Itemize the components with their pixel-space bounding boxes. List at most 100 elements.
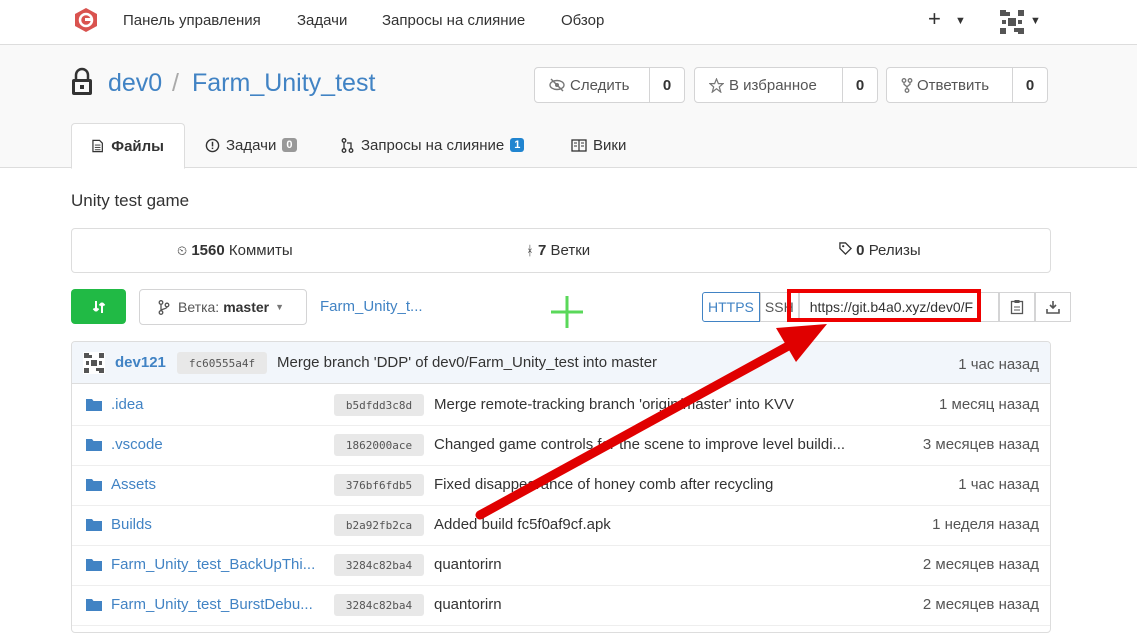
branch-icon: [158, 299, 170, 315]
file-commit-message[interactable]: Added build fc5f0af9cf.apk: [434, 516, 611, 533]
user-avatar[interactable]: [998, 8, 1026, 36]
fork-button[interactable]: Ответвить: [887, 68, 1013, 102]
nav-dashboard[interactable]: Панель управления: [123, 12, 261, 29]
commits-label: Коммиты: [228, 242, 293, 259]
watch-count[interactable]: 0: [650, 68, 684, 102]
branch-icon: ᚼ: [526, 243, 534, 258]
file-commit-message[interactable]: quantorirn: [434, 596, 502, 613]
fork-count[interactable]: 0: [1013, 68, 1047, 102]
branch-selector[interactable]: Ветка: master ▼: [139, 289, 307, 325]
tab-wiki-label: Вики: [593, 136, 627, 154]
releases-stat[interactable]: 0 Релизы: [839, 242, 921, 259]
file-commit-time: 3 месяцев назад: [922, 436, 1039, 453]
star-button-group: В избранное 0: [694, 67, 878, 103]
repo-header: dev0 / Farm_Unity_test Следить 0 В избра…: [0, 45, 1137, 169]
nav-explore[interactable]: Обзор: [561, 12, 604, 29]
commit-author-link[interactable]: dev121: [115, 354, 166, 371]
folder-icon: [86, 559, 102, 571]
fork-button-group: Ответвить 0: [886, 67, 1048, 103]
file-commit-sha[interactable]: 3284c82ba4: [334, 554, 424, 576]
copy-url-button[interactable]: [998, 292, 1035, 322]
pull-request-icon: [341, 137, 354, 153]
commit-time: 1 час назад: [958, 356, 1039, 373]
commits-stat[interactable]: ⏲ 1560 Коммиты: [177, 242, 293, 259]
branch-chevron-icon: ▼: [275, 302, 285, 312]
compare-icon: [92, 300, 105, 313]
crosshair-cursor-icon: [551, 296, 583, 328]
tab-wiki[interactable]: Вики: [571, 123, 626, 167]
clipboard-icon: [1010, 300, 1023, 315]
file-commit-sha[interactable]: 3284c82ba4: [334, 594, 424, 616]
tab-issues[interactable]: Задачи 0: [205, 123, 297, 167]
file-commit-message[interactable]: Merge remote-tracking branch 'origin/mas…: [434, 396, 794, 413]
breadcrumb-repo-link[interactable]: Farm_Unity_t...: [320, 298, 423, 315]
history-icon: ⏲: [177, 243, 188, 258]
table-row: .vscode 1862000ace Changed game controls…: [72, 425, 1050, 466]
repo-owner-link[interactable]: dev0: [108, 69, 162, 98]
issues-count-badge: 0: [282, 138, 297, 152]
branches-stat[interactable]: ᚼ 7 Ветки: [526, 242, 590, 259]
nav-issues[interactable]: Задачи: [297, 12, 347, 29]
table-row: Builds b2a92fb2ca Added build fc5f0af9cf…: [72, 505, 1050, 546]
file-name-link[interactable]: Assets: [111, 476, 156, 493]
file-name-link[interactable]: Builds: [111, 516, 152, 533]
commit-message[interactable]: Merge branch 'DDP' of dev0/Farm_Unity_te…: [277, 354, 657, 371]
gitea-logo-icon[interactable]: [73, 7, 99, 33]
star-button[interactable]: В избранное: [695, 68, 843, 102]
latest-commit-row: dev121 fc60555a4f Merge branch 'DDP' of …: [72, 342, 1050, 384]
file-commit-sha[interactable]: b2a92fb2ca: [334, 514, 424, 536]
branch-value: master: [223, 299, 270, 315]
nav-pull-requests[interactable]: Запросы на слияние: [382, 12, 525, 29]
file-commit-time: 1 неделя назад: [932, 516, 1039, 533]
chevron-down-icon[interactable]: ▼: [955, 15, 966, 27]
folder-icon: [86, 439, 102, 451]
pull-requests-count-badge: 1: [510, 138, 525, 152]
fork-label: Ответвить: [917, 76, 990, 94]
compare-button[interactable]: [71, 289, 126, 324]
releases-count: 0: [856, 242, 865, 259]
file-name-link[interactable]: .vscode: [111, 436, 163, 453]
watch-button-group: Следить 0: [534, 67, 685, 103]
watch-button[interactable]: Следить: [535, 68, 650, 102]
table-row: Assets 376bf6fdb5 Fixed disappearance of…: [72, 465, 1050, 506]
book-icon: [571, 138, 587, 152]
branches-count: 7: [537, 242, 547, 259]
https-toggle-button[interactable]: HTTPS: [702, 292, 760, 322]
repo-name-link[interactable]: Farm_Unity_test: [192, 69, 375, 98]
commits-count: 1560: [191, 242, 225, 259]
file-commit-message[interactable]: Changed game controls for the scene to i…: [434, 436, 845, 453]
lock-icon: [72, 67, 92, 95]
file-name-link[interactable]: .idea: [111, 396, 144, 413]
file-commit-sha[interactable]: 376bf6fdb5: [334, 474, 424, 496]
download-button[interactable]: [1034, 292, 1071, 322]
create-new-button[interactable]: +: [928, 6, 941, 32]
annotation-highlight-box: [787, 289, 981, 322]
tab-pull-requests[interactable]: Запросы на слияние 1: [341, 123, 525, 167]
table-row: Farm_Unity_test_BurstDebu... 3284c82ba4 …: [72, 585, 1050, 626]
folder-icon: [86, 599, 102, 611]
table-row: Farm_Unity_test_BackUpThi... 3284c82ba4 …: [72, 545, 1050, 586]
branches-label: Ветки: [550, 242, 591, 259]
eye-slash-icon: [549, 78, 565, 92]
tag-icon: [839, 242, 852, 255]
file-commit-message[interactable]: quantorirn: [434, 556, 502, 573]
watch-label: Следить: [570, 76, 630, 94]
folder-icon: [86, 399, 102, 411]
repo-description: Unity test game: [71, 191, 190, 210]
tab-files-label: Файлы: [111, 137, 164, 155]
star-count[interactable]: 0: [843, 68, 877, 102]
file-commit-message[interactable]: Fixed disappearance of honey comb after …: [434, 476, 773, 493]
fork-icon: [901, 77, 913, 93]
repo-stats-bar: ⏲ 1560 Коммиты ᚼ 7 Ветки 0 Релизы: [71, 228, 1051, 273]
file-commit-sha[interactable]: 1862000ace: [334, 434, 424, 456]
issue-icon: [205, 138, 220, 152]
file-commit-sha[interactable]: b5dfdd3c8d: [334, 394, 424, 416]
file-commit-time: 2 месяцев назад: [922, 596, 1039, 613]
tab-files[interactable]: Файлы: [71, 123, 185, 169]
user-menu-chevron-icon[interactable]: ▼: [1030, 15, 1041, 27]
file-name-link[interactable]: Farm_Unity_test_BackUpThi...: [111, 556, 315, 573]
commit-sha-link[interactable]: fc60555a4f: [177, 352, 267, 374]
star-icon: [709, 77, 724, 93]
file-name-link[interactable]: Farm_Unity_test_BurstDebu...: [111, 596, 313, 613]
file-table: dev121 fc60555a4f Merge branch 'DDP' of …: [71, 341, 1051, 633]
